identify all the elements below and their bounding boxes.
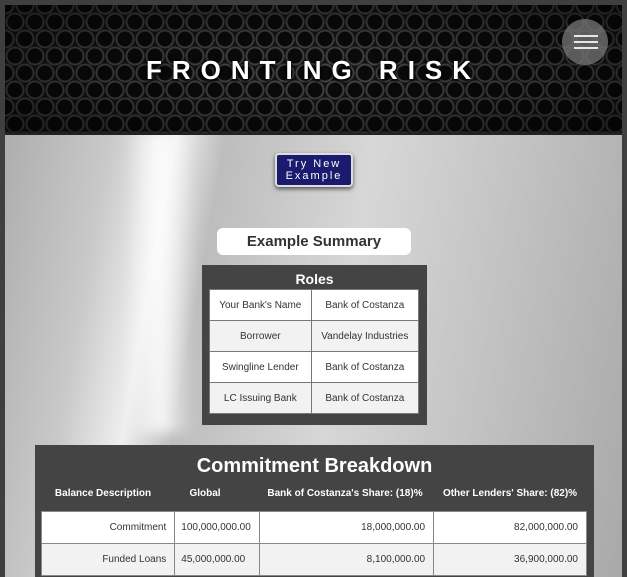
role-label: Borrower [209, 320, 312, 352]
global-value: 45,000,000.00 [174, 543, 260, 576]
role-value: Bank of Costanza [310, 351, 420, 383]
role-value: Bank of Costanza [310, 289, 420, 321]
bank-share-value: 18,000,000.00 [258, 511, 435, 544]
commitment-breakdown-panel: Commitment Breakdown Balance Description… [35, 445, 594, 577]
column-header: Balance Description [54, 488, 152, 499]
column-header: Global [189, 488, 221, 499]
table-row: Swingline Lender Bank of Costanza [209, 351, 420, 383]
role-value: Bank of Costanza [310, 382, 420, 414]
page-frame: FRONTING RISK Try New Example Example Su… [5, 5, 622, 577]
role-value: Vandelay Industries [310, 320, 420, 352]
role-label: Swingline Lender [209, 351, 312, 383]
global-value: 100,000,000.00 [174, 511, 260, 544]
table-row: LC Issuing Bank Bank of Costanza [209, 382, 420, 414]
other-share-value: 36,900,000.00 [433, 543, 587, 576]
try-new-label-line1: Try New [286, 158, 342, 170]
balance-description: Funded Loans [40, 543, 176, 576]
balance-description: Commitment [40, 511, 176, 544]
roles-table: Your Bank's Name Bank of Costanza Borrow… [209, 289, 420, 414]
column-header: Bank of Costanza's Share: (18)% [267, 488, 423, 499]
menu-button[interactable] [562, 19, 608, 65]
header-banner: FRONTING RISK [5, 5, 622, 135]
other-share-value: 82,000,000.00 [433, 511, 587, 544]
commitment-table: Commitment 100,000,000.00 18,000,000.00 … [40, 511, 587, 576]
table-row: Borrower Vandelay Industries [209, 320, 420, 352]
roles-title: Roles [295, 271, 334, 287]
page-title: FRONTING RISK [145, 55, 482, 85]
column-header: Other Lenders' Share: (82)% [442, 488, 578, 499]
role-label: Your Bank's Name [209, 289, 312, 321]
try-new-label-line2: Example [285, 170, 343, 182]
bank-share-value: 8,100,000.00 [258, 543, 435, 576]
try-new-example-button[interactable]: Try New Example [275, 153, 353, 187]
table-row: Funded Loans 45,000,000.00 8,100,000.00 … [40, 543, 587, 576]
role-label: LC Issuing Bank [209, 382, 312, 414]
example-summary-heading: Example Summary [217, 228, 411, 255]
table-row: Commitment 100,000,000.00 18,000,000.00 … [40, 511, 587, 544]
roles-panel: Roles Your Bank's Name Bank of Costanza … [202, 265, 427, 425]
commitment-title: Commitment Breakdown [196, 455, 433, 477]
table-row: Your Bank's Name Bank of Costanza [209, 289, 420, 321]
